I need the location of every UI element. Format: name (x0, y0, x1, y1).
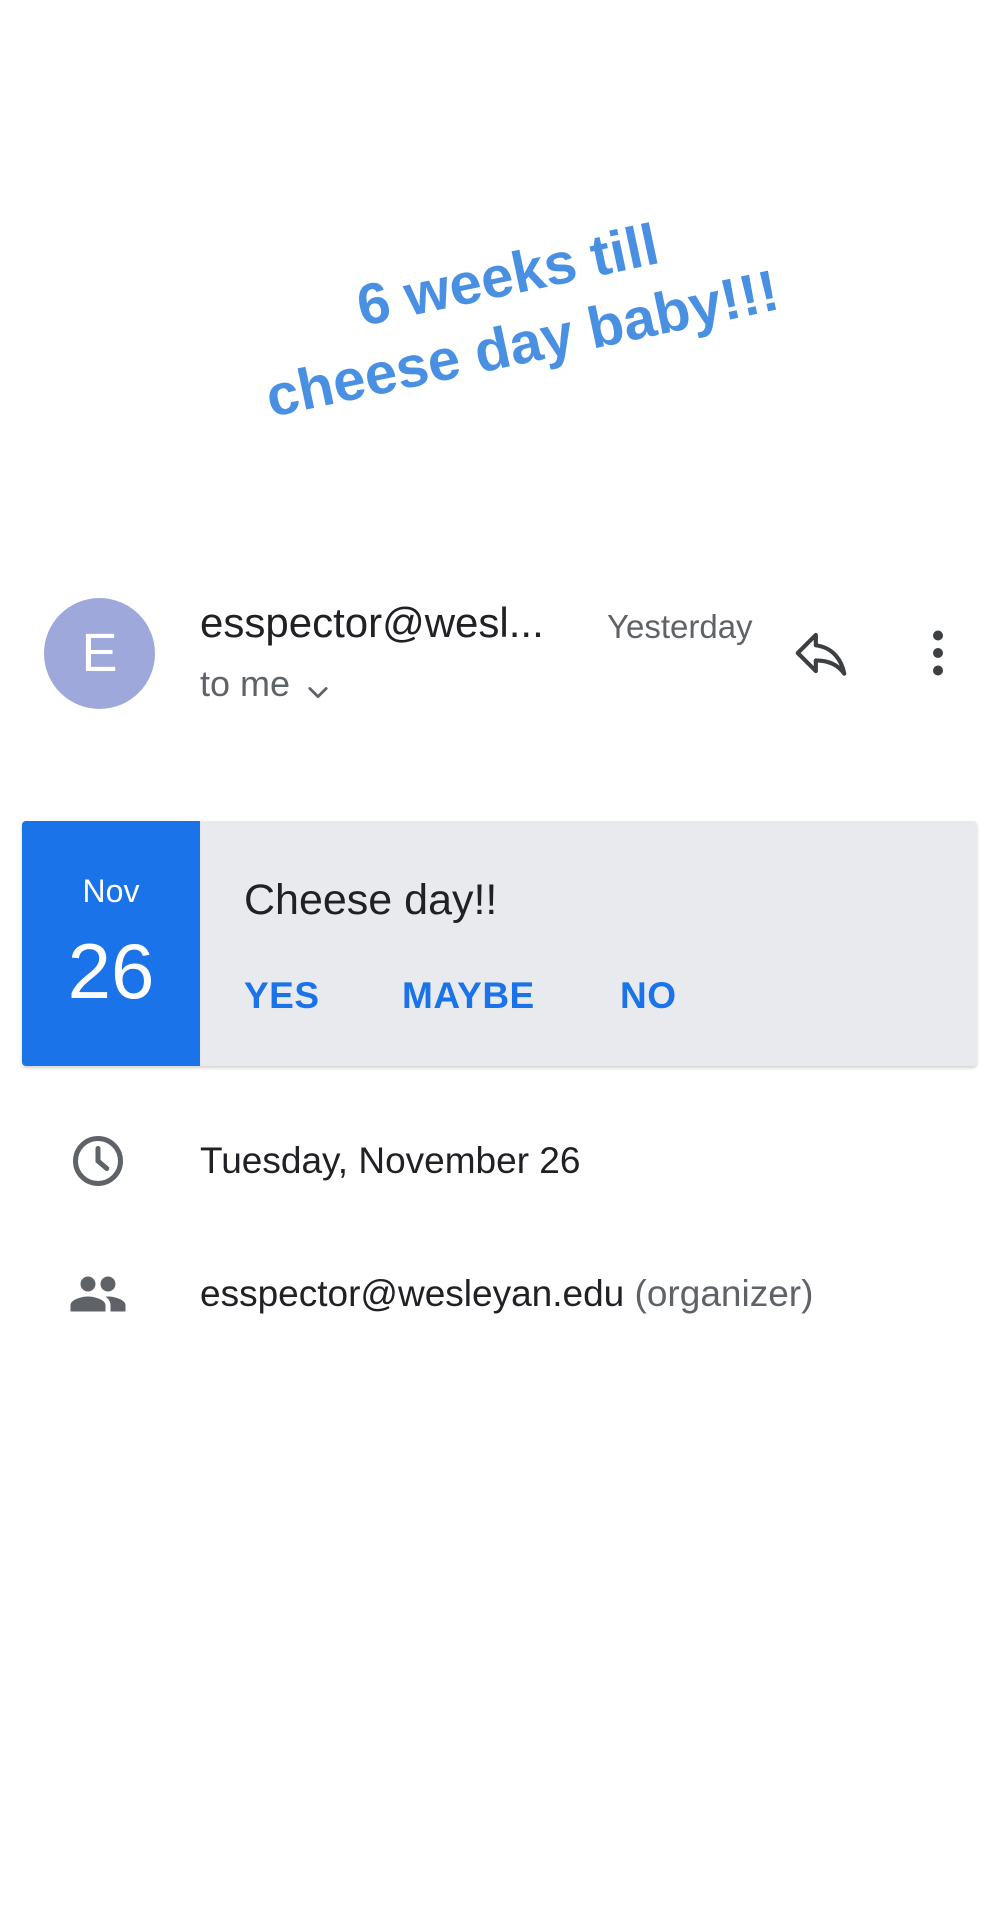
event-date-block: Nov 26 (22, 821, 200, 1066)
event-date-text: Tuesday, November 26 (200, 1140, 581, 1181)
organizer-row: esspector@wesleyan.edu (organizer) (0, 1259, 998, 1329)
more-options-button[interactable] (908, 622, 968, 684)
email-timestamp: Yesterday (607, 608, 753, 645)
chevron-down-icon (304, 670, 332, 699)
overlay-caption: 6 weeks till cheese day baby!!! (197, 177, 833, 443)
rsvp-no-button[interactable]: NO (620, 973, 677, 1019)
organizer-text: esspector@wesleyan.edu (organizer) (200, 1269, 813, 1319)
calendar-invite-card[interactable]: Nov 26 Cheese day!! YES MAYBE NO (22, 821, 977, 1066)
organizer-role: (organizer) (634, 1273, 814, 1314)
organizer-email[interactable]: esspector@wesleyan.edu (200, 1273, 624, 1314)
event-title: Cheese day!! (244, 876, 498, 924)
reply-icon (795, 632, 847, 676)
rsvp-yes-button[interactable]: YES (244, 973, 320, 1019)
email-header: E esspector@wesl... Yesterday to me (0, 598, 998, 714)
rsvp-maybe-button[interactable]: MAYBE (402, 973, 535, 1019)
event-day: 26 (67, 927, 155, 1015)
event-month: Nov (82, 873, 140, 909)
recipient-label: to me (200, 663, 291, 704)
sender-avatar[interactable]: E (44, 598, 155, 709)
reply-button[interactable] (790, 622, 852, 684)
sender-name[interactable]: esspector@wesl... (200, 598, 544, 648)
more-vert-icon (933, 630, 943, 676)
event-date-row: Tuesday, November 26 (0, 1126, 998, 1196)
clock-icon (68, 1131, 128, 1191)
recipient-details-toggle[interactable]: to me (200, 660, 332, 708)
people-icon (68, 1264, 128, 1324)
